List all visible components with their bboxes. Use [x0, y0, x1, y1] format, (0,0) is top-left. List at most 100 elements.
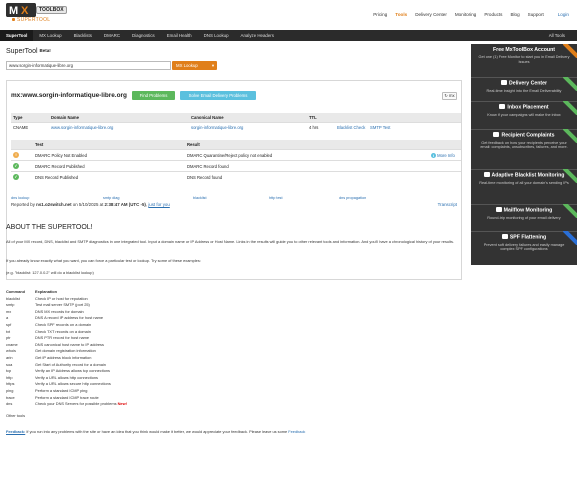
- topnav-item-pricing[interactable]: Pricing: [373, 12, 387, 17]
- other-tools-heading: Other tools: [6, 413, 26, 418]
- about-paragraph: All of your MX record, DNS, blacklist an…: [6, 239, 455, 244]
- corner-ribbon: [563, 129, 577, 143]
- footer-link-blacklist[interactable]: blacklist: [193, 196, 269, 200]
- sidebar-promo-4[interactable]: Adaptive Blacklist Monitoring Real-time m…: [471, 172, 577, 185]
- command-row: tcp Verify an IP Address allows tcp conne…: [6, 368, 127, 375]
- search-input[interactable]: www.sorgin-informatique-libre.org: [6, 61, 171, 70]
- sidebar-promo-2[interactable]: Inbox Placement Know if your campaigns wi…: [471, 104, 577, 117]
- more-info-link[interactable]: More Info: [437, 153, 455, 158]
- beta-badge: Beta!: [39, 48, 51, 53]
- command-explanation: Verify a URL allows http connections: [35, 374, 99, 380]
- tab-dns-lookup[interactable]: DNS Lookup: [198, 30, 235, 41]
- command-row: blacklist Check IP or host for reputation: [6, 296, 127, 303]
- command-row: whois Get domain registration information: [6, 348, 127, 355]
- col-canonical: Canonical Name: [189, 113, 307, 123]
- command-explanation: Test mail server SMTP (port 25): [35, 302, 90, 308]
- sidebar-promo-6[interactable]: SPF Flattening Prevent soft delivery fail…: [471, 234, 577, 252]
- command-explanation: DNS PTR record for host name: [35, 335, 90, 341]
- refresh-button[interactable]: ↻ mx: [442, 92, 457, 100]
- topnav-item-support[interactable]: Support: [528, 12, 544, 17]
- sidebar-promo-0[interactable]: Free MxToolBox Account Get one (1) Free M…: [471, 47, 577, 65]
- col-test: Test: [33, 140, 185, 150]
- just-for-you-link[interactable]: just for you: [148, 202, 169, 207]
- feedback-paragraph: Feedback: If you run into any problems w…: [6, 429, 306, 434]
- tab-email-health[interactable]: Email Health: [161, 30, 198, 41]
- mxtoolbox-logo[interactable]: MX TOOLBOX: [6, 3, 70, 17]
- topnav-item-blog[interactable]: Blog: [510, 12, 519, 17]
- command-name: ptr: [6, 335, 11, 341]
- feedback-label[interactable]: Feedback:: [6, 429, 25, 434]
- command-row: a DNS A record IP address for host name: [6, 315, 127, 322]
- result-panel: mx:www.sorgin-informatique-libre.org Fin…: [6, 80, 462, 280]
- tab-supertool[interactable]: SuperTool: [0, 30, 34, 41]
- tab-analyze-headers[interactable]: Analyze Headers: [235, 30, 280, 41]
- test-result: DNS Record found: [185, 171, 429, 183]
- dns-domain-link[interactable]: www.sorgin-informatique-libre.org: [49, 122, 189, 132]
- topnav-item-tools[interactable]: Tools: [395, 12, 407, 17]
- top-navigation: Pricing Tools Delivery Center Monitoring Pro…: [373, 12, 577, 17]
- warning-icon: !: [13, 152, 19, 158]
- check-icon: ✓: [13, 174, 19, 181]
- login-link[interactable]: Login: [558, 12, 569, 17]
- corner-ribbon: [563, 77, 577, 91]
- command-row: txt Check TXT records on a domain: [6, 329, 127, 336]
- corner-ribbon: [563, 169, 577, 183]
- test-result: DMARC Record found: [185, 160, 429, 172]
- tab-diagnostics[interactable]: Diagnostics: [126, 30, 161, 41]
- tab-mx-lookup[interactable]: MX Lookup: [33, 30, 67, 41]
- footer-link-smtp-diag[interactable]: smtp diag: [103, 196, 193, 200]
- svg-text:X: X: [21, 5, 29, 17]
- topnav-item-monitoring[interactable]: Monitoring: [455, 12, 476, 17]
- command-name: cname: [6, 341, 18, 347]
- about-title: ABOUT THE SUPERTOOL!: [6, 224, 93, 231]
- footer-link-dns-propagation[interactable]: dns propagation: [339, 196, 419, 200]
- sidebar-promo-5[interactable]: Mailflow Monitoring Round-trip monitoring…: [471, 207, 577, 220]
- dns-canonical-link[interactable]: sorgin-informatique-libre.org: [189, 122, 307, 132]
- sidebar-divider: [471, 231, 577, 232]
- all-tools-link[interactable]: All Tools: [543, 30, 571, 41]
- transcript-link[interactable]: Transcript: [438, 202, 457, 207]
- sidebar-promo-3[interactable]: Recipient Complaints Get feedback on how …: [471, 132, 577, 150]
- command-explanation: Verify a URL allows secure http connecti…: [35, 381, 111, 387]
- footer-link-http-test[interactable]: http test: [269, 196, 339, 200]
- command-explanation: Perform a standard ICMP ping: [35, 387, 88, 393]
- col-type: Type: [11, 113, 49, 123]
- svg-text:M: M: [9, 5, 18, 17]
- test-name: DMARC Policy Not Enabled: [33, 149, 185, 161]
- test-result: DMARC Quarantine/Reject policy not enabl…: [185, 149, 429, 161]
- recipient-icon: [493, 132, 500, 137]
- command-name: smtp: [6, 302, 15, 308]
- mx-lookup-button[interactable]: MX Lookup ▾: [172, 61, 217, 70]
- command-explanation: Get IP address block information: [35, 354, 92, 360]
- command-name: a: [6, 315, 9, 321]
- find-problems-button[interactable]: Find Problems: [132, 91, 175, 100]
- logo-toolbox-text: TOOLBOX: [36, 6, 67, 14]
- command-row: arin Get IP address block information: [6, 355, 127, 362]
- info-icon: i: [431, 152, 436, 158]
- command-name: tcp: [6, 368, 12, 374]
- commands-header: Command Explanation: [6, 289, 58, 294]
- command-row: http Verify a URL allows http connections: [6, 375, 127, 382]
- topnav-item-delivery-center[interactable]: Delivery Center: [415, 12, 447, 17]
- solve-email-delivery-button[interactable]: Solve Email Delivery Problems: [180, 91, 256, 100]
- command-row: ping Perform a standard ICMP ping: [6, 388, 127, 395]
- tab-dmarc[interactable]: DMARC: [98, 30, 126, 41]
- command-row: spf Check SPF records on a domain: [6, 322, 127, 329]
- result-title: mx:www.sorgin-informatique-libre.org: [11, 92, 127, 99]
- sidebar-promo-1[interactable]: Delivery Center Real-time insight into th…: [471, 80, 577, 93]
- command-explanation: Check your DNS Servers for possible prob…: [35, 401, 117, 407]
- sidebar-divider: [471, 129, 577, 130]
- command-name: whois: [6, 348, 16, 354]
- footer-link-dns-lookup[interactable]: dns lookup: [11, 196, 103, 200]
- table-row: ✓ DMARC Record Published DMARC Record foun…: [11, 160, 461, 172]
- command-explanation: DNS MX records for domain: [35, 308, 84, 314]
- smtp-test-link[interactable]: SMTP Test: [370, 125, 390, 130]
- sidebar-divider: [471, 77, 577, 78]
- topnav-item-products[interactable]: Products: [484, 12, 502, 17]
- blacklist-check-link[interactable]: Blacklist Check: [337, 125, 365, 130]
- tab-blacklists[interactable]: Blacklists: [68, 30, 98, 41]
- inbox-icon: [499, 104, 506, 109]
- command-row: smtp Test mail server SMTP (port 25): [6, 302, 127, 309]
- feedback-link[interactable]: Feedback: [288, 429, 305, 434]
- spf-icon: [501, 234, 508, 239]
